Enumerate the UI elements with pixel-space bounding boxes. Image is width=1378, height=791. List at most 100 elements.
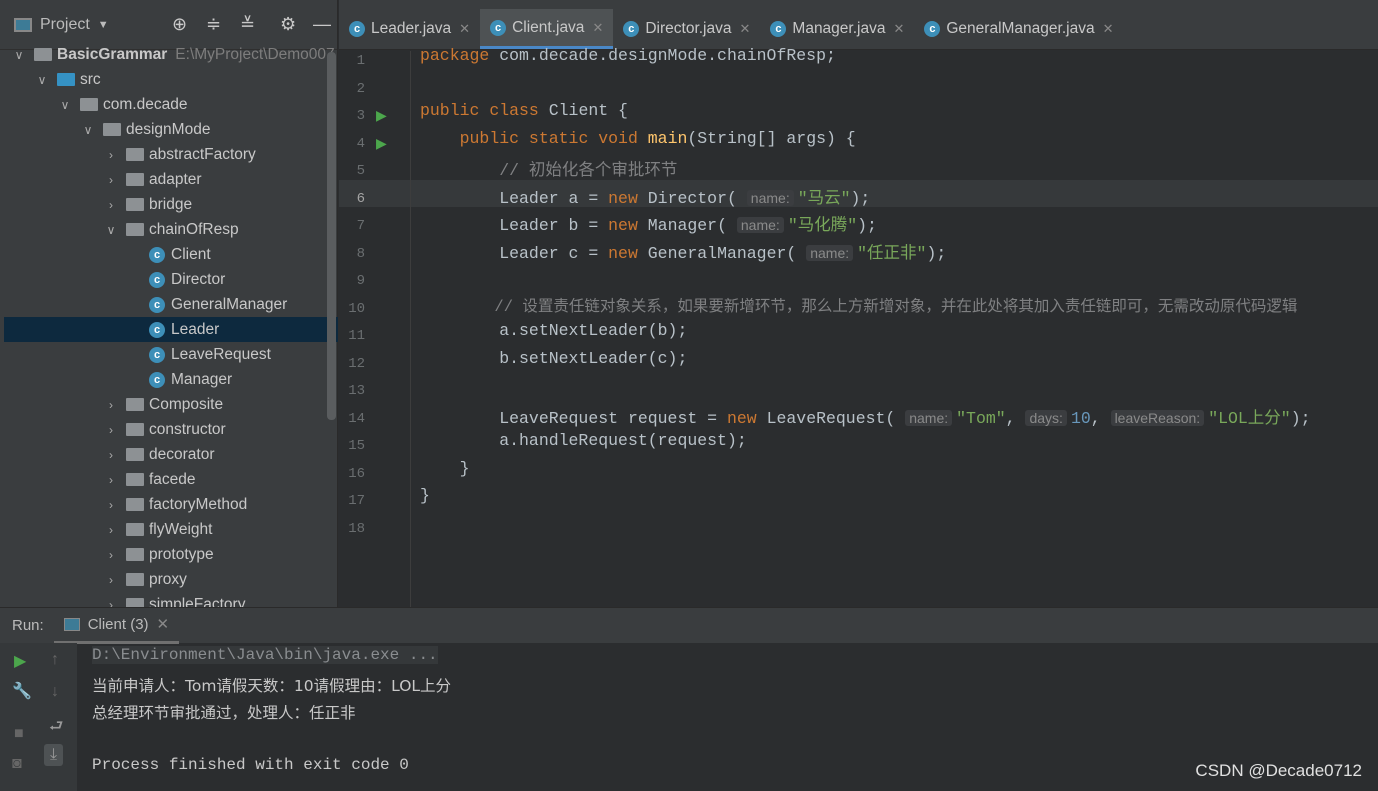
chevron-down-icon[interactable]: ∨ [58,98,72,112]
up-arrow-icon[interactable]: ↑ [51,651,59,669]
chevron-right-icon[interactable]: › [104,448,118,462]
tree-item-label: Director [171,270,226,288]
chevron-down-icon[interactable]: ∨ [12,48,26,62]
tree-item-label: Leader [171,320,220,338]
tree-item[interactable]: ∨ designMode [4,117,338,142]
tree-item-project[interactable]: ∨ BasicGrammar E:\MyProject\Demo007 [4,42,338,67]
tree-scrollbar[interactable] [327,52,336,420]
package-icon [80,98,98,111]
code-token: class [479,101,539,120]
run-gutter-icon[interactable]: ▶ [376,135,387,152]
chevron-right-icon[interactable]: › [104,423,118,437]
tree-item[interactable]: › Composite [4,392,338,417]
package-icon [126,548,144,561]
code-line: public static void main(String[] args) { [420,129,856,148]
code-token: ); [850,188,871,208]
chevron-right-icon[interactable]: › [104,148,118,162]
camera-icon[interactable]: ◙ [12,755,22,773]
tree-item[interactable]: c Manager [4,367,338,392]
chevron-right-icon[interactable]: › [104,523,118,537]
project-panel: Project ▼ ⊕ ≑ ≚ ⚙ — ∨ BasicGrammar E:\My… [0,0,338,613]
chevron-right-icon[interactable]: › [104,473,118,487]
tree-item[interactable]: › adapter [4,167,338,192]
line-number: 1 [356,53,365,69]
code-token: LeaveRequest request = [499,408,727,428]
chevron-down-icon[interactable]: ▼ [98,19,109,31]
code-token: Leader b = [499,216,609,235]
chevron-right-icon[interactable]: › [104,398,118,412]
tree-item[interactable]: › flyWeight [4,517,338,542]
tab-director-java[interactable]: c Director.java ✕ [613,9,760,49]
tree-item[interactable]: › bridge [4,192,338,217]
collapse-all-icon[interactable]: ≚ [240,14,255,35]
tab-leader-java[interactable]: c Leader.java ✕ [339,9,480,49]
code-token: package [420,46,490,65]
chevron-right-icon[interactable]: › [104,573,118,587]
tree-item[interactable]: ∨ src [4,67,338,92]
code-token: static void [519,128,638,148]
chevron-right-icon[interactable]: › [104,173,118,187]
parameter-hint: name: [905,409,953,426]
tree-item[interactable]: ∨ chainOfResp [4,217,338,242]
run-tab-label: Client (3) [87,615,149,633]
tree-item-label: prototype [149,545,214,563]
tree-item[interactable]: c LeaveRequest [4,342,338,367]
source-folder-icon [57,73,75,86]
tree-item[interactable]: c Director [4,267,338,292]
tree-item-label: flyWeight [149,520,213,538]
tree-item[interactable]: › prototype [4,542,338,567]
tab-generalmanager-java[interactable]: c GeneralManager.java ✕ [914,9,1123,49]
parameter-hint: leaveReason: [1110,409,1205,426]
tree-item[interactable]: c GeneralManager [4,292,338,317]
line-number: 16 [348,465,365,482]
close-icon[interactable]: ✕ [893,21,904,37]
package-icon [126,423,144,436]
tab-client-java[interactable]: c Client.java ✕ [480,9,614,49]
tree-item[interactable]: c Leader [4,317,338,342]
chevron-right-icon[interactable]: › [104,498,118,512]
scroll-to-end-icon[interactable]: ⤓ [44,744,64,766]
tree-item[interactable]: › constructor [4,417,338,442]
close-icon[interactable]: ✕ [459,21,470,37]
tree-item[interactable]: › abstractFactory [4,142,338,167]
chevron-down-icon[interactable]: ∨ [104,223,118,237]
tree-item[interactable]: › factoryMethod [4,492,338,517]
run-gutter-icon[interactable]: ▶ [376,107,387,124]
console-output-line: Process finished with exit code 0 [92,756,409,774]
tree-item-label: decorator [149,445,215,463]
expand-all-icon[interactable]: ≑ [206,14,221,35]
rerun-icon[interactable]: ▶ [14,651,26,671]
stop-icon[interactable]: ■ [14,725,24,743]
close-icon[interactable]: ✕ [157,615,170,633]
wrench-icon[interactable]: 🔧 [12,681,32,701]
code-token: com.decade.designMode.chainOfResp; [489,46,836,65]
chevron-right-icon[interactable]: › [104,548,118,562]
gear-icon[interactable]: ⚙ [280,14,296,35]
chevron-down-icon[interactable]: ∨ [81,123,95,137]
tree-item-label: chainOfResp [149,220,239,238]
tab-manager-java[interactable]: c Manager.java ✕ [760,9,914,49]
down-arrow-icon[interactable]: ↓ [51,683,59,701]
code-token: 10 [1070,408,1091,428]
close-icon[interactable]: ✕ [740,21,751,37]
code-token: new [608,216,638,235]
tree-item[interactable]: › proxy [4,567,338,592]
close-icon[interactable]: ✕ [592,20,603,36]
tree-item[interactable]: › facede [4,467,338,492]
run-tab-client[interactable]: Client (3) ✕ [53,608,180,644]
code-token: new [608,188,638,208]
soft-wrap-icon[interactable]: ⮐ [49,715,63,742]
minimize-icon[interactable]: — [313,14,331,35]
run-side-toolbar: ▶ 🔧 ■ ◙ ↑ ↓ ⮐ ⤓ [0,643,77,791]
tree-item[interactable]: › decorator [4,442,338,467]
tree-item[interactable]: c Client [4,242,338,267]
project-title[interactable]: Project [40,16,90,34]
chevron-right-icon[interactable]: › [104,198,118,212]
package-icon [126,198,144,211]
tree-item[interactable]: ∨ com.decade [4,92,338,117]
code-token: new [726,408,757,428]
close-icon[interactable]: ✕ [1103,21,1114,37]
chevron-down-icon[interactable]: ∨ [35,73,49,87]
locate-icon[interactable]: ⊕ [172,14,187,35]
module-folder-icon [34,48,52,61]
